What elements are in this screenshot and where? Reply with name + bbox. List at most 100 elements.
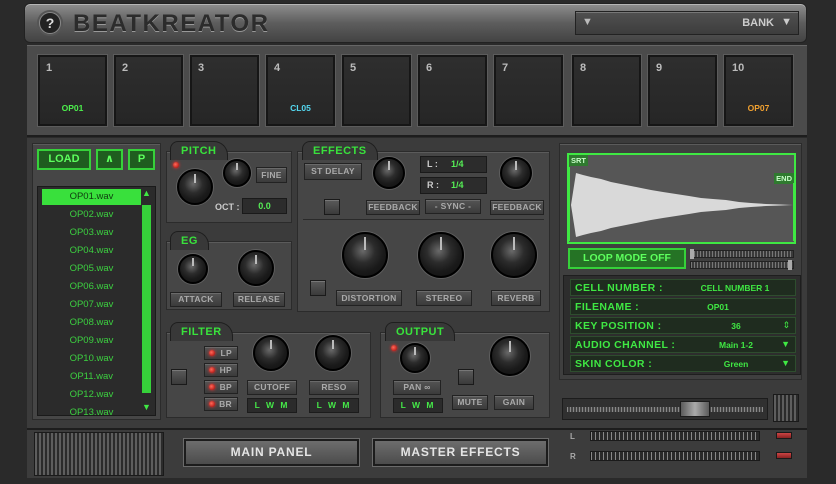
help-button[interactable]: ? (39, 12, 61, 34)
cutoff-knob[interactable] (253, 335, 289, 371)
pad-grid: 1 OP01 2 3 4 CL05 5 6 7 8 9 10 OP07 (27, 45, 807, 137)
gain-knob[interactable] (490, 336, 530, 376)
delay-r-label: R : (427, 180, 439, 190)
file-list-item[interactable]: OP03.wav (42, 225, 141, 241)
master-fader-handle[interactable] (680, 401, 710, 417)
cell-number-value: CELL NUMBER 1 (700, 283, 770, 293)
file-list-item[interactable]: OP12.wav (42, 387, 141, 403)
waveform-start-marker[interactable]: SRT (569, 155, 588, 166)
pad-10[interactable]: 10 OP07 (724, 55, 793, 126)
cutoff-lwm-selector[interactable]: L W M (247, 398, 297, 413)
pad-number: 10 (732, 62, 745, 74)
stereo-label: STEREO (416, 290, 472, 306)
key-position-stepper-icon[interactable]: ⇕ (782, 320, 790, 331)
pad-4[interactable]: 4 CL05 (266, 55, 335, 126)
skin-color-row[interactable]: SKIN COLOR : Green ▼ (570, 355, 796, 372)
bank-dropdown-arrow-icon[interactable]: ▼ (781, 16, 792, 28)
bank-label: BANK (742, 17, 774, 29)
pitch-oct-knob[interactable] (177, 169, 213, 205)
attack-label: ATTACK (170, 292, 222, 307)
pad-3[interactable]: 3 (190, 55, 259, 126)
file-list-scrollbar[interactable]: ▲ ▼ (140, 187, 153, 415)
scroll-down-icon[interactable]: ▼ (142, 402, 151, 412)
pad-1[interactable]: 1 OP01 (38, 55, 107, 126)
main-panel-tab[interactable]: MAIN PANEL (184, 439, 359, 466)
pad-5[interactable]: 5 (342, 55, 411, 126)
bank-select[interactable]: ▼ BANK ▼ (575, 11, 799, 35)
scroll-thumb[interactable] (142, 205, 151, 393)
file-list-item[interactable]: OP06.wav (42, 279, 141, 295)
delay-r-display: R : 1/4 (420, 177, 487, 194)
pad-number: 7 (502, 62, 509, 74)
loop-end-handle[interactable] (788, 260, 792, 270)
fader-grip[interactable] (773, 394, 799, 422)
audio-channel-dropdown-icon[interactable]: ▼ (781, 339, 790, 349)
key-position-row[interactable]: KEY POSITION : 36 ⇕ (570, 317, 796, 334)
folder-up-button[interactable]: ∧ (96, 149, 123, 170)
level-meter-left (590, 431, 760, 441)
hp-led (209, 367, 215, 373)
stereo-knob[interactable] (418, 232, 464, 278)
file-list-item[interactable]: OP11.wav (42, 369, 141, 385)
filter-mode-lp-label: LP (220, 348, 232, 358)
loop-end-slider[interactable] (690, 261, 794, 269)
loop-start-handle[interactable] (690, 249, 694, 259)
oct-label: OCT : (215, 202, 240, 212)
file-list-item-selected[interactable]: OP01.wav (42, 189, 141, 205)
scroll-up-icon[interactable]: ▲ (142, 188, 151, 198)
file-list-item[interactable]: OP09.wav (42, 333, 141, 349)
attack-knob[interactable] (178, 254, 208, 284)
preview-button[interactable]: P (128, 149, 155, 170)
delay-feedback-left-knob[interactable] (373, 157, 405, 189)
pad-8[interactable]: 8 (572, 55, 641, 126)
fader-scale (567, 407, 763, 412)
waveform-graphic (571, 173, 793, 237)
filter-toggle[interactable] (171, 369, 187, 385)
reverb-label: REVERB (491, 290, 541, 306)
pan-lwm-selector[interactable]: L W M (393, 398, 443, 413)
pad-2[interactable]: 2 (114, 55, 183, 126)
delay-toggle[interactable] (324, 199, 340, 215)
beatkreator-window: ? BEATKREATOR ▼ BANK ▼ 1 OP01 2 3 4 CL05 5… (0, 0, 836, 484)
pitch-fine-knob[interactable] (223, 159, 251, 187)
load-button[interactable]: LOAD (37, 149, 91, 170)
audio-channel-row[interactable]: AUDIO CHANNEL : Main 1-2 ▼ (570, 336, 796, 353)
reso-lwm-selector[interactable]: L W M (309, 398, 359, 413)
clip-indicator-left (776, 432, 792, 439)
effects-title: EFFECTS (302, 141, 378, 160)
cell-number-row: CELL NUMBER : CELL NUMBER 1 (570, 279, 796, 296)
release-knob[interactable] (238, 250, 274, 286)
file-list-item[interactable]: OP08.wav (42, 315, 141, 331)
title-bar: ? BEATKREATOR ▼ BANK ▼ (24, 3, 807, 43)
reso-knob[interactable] (315, 335, 351, 371)
waveform-display[interactable]: SRT END (567, 153, 796, 244)
file-list-item[interactable]: OP05.wav (42, 261, 141, 277)
oct-value: 0.0 (242, 198, 287, 214)
distortion-toggle[interactable] (310, 280, 326, 296)
file-list-item[interactable]: OP07.wav (42, 297, 141, 313)
pad-6[interactable]: 6 (418, 55, 487, 126)
file-list: OP01.wav OP02.wav OP03.wav OP04.wav OP05… (37, 186, 156, 416)
mute-toggle[interactable] (458, 369, 474, 385)
sync-label: - SYNC - (425, 199, 481, 214)
file-list-item[interactable]: OP13.wav (42, 405, 141, 415)
delay-feedback-right-knob[interactable] (500, 157, 532, 189)
cell-number-label: CELL NUMBER : (575, 282, 663, 294)
reverb-knob[interactable] (491, 232, 537, 278)
loop-start-slider[interactable] (690, 250, 794, 258)
filter-mode-bp-label: BP (219, 382, 232, 392)
file-list-item[interactable]: OP04.wav (42, 243, 141, 259)
distortion-label: DISTORTION (336, 290, 402, 306)
distortion-knob[interactable] (342, 232, 388, 278)
pad-7[interactable]: 7 (494, 55, 563, 126)
pad-9[interactable]: 9 (648, 55, 717, 126)
delay-r-value: 1/4 (451, 180, 464, 190)
skin-color-dropdown-icon[interactable]: ▼ (781, 358, 790, 368)
file-list-item[interactable]: OP02.wav (42, 207, 141, 223)
master-effects-tab[interactable]: MASTER EFFECTS (373, 439, 548, 466)
loop-mode-button[interactable]: LOOP MODE OFF (568, 248, 686, 269)
file-list-item[interactable]: OP10.wav (42, 351, 141, 367)
pan-knob[interactable] (400, 343, 430, 373)
bank-left-arrow-icon[interactable]: ▼ (582, 16, 593, 28)
pad-sample-label: OP01 (61, 103, 84, 113)
